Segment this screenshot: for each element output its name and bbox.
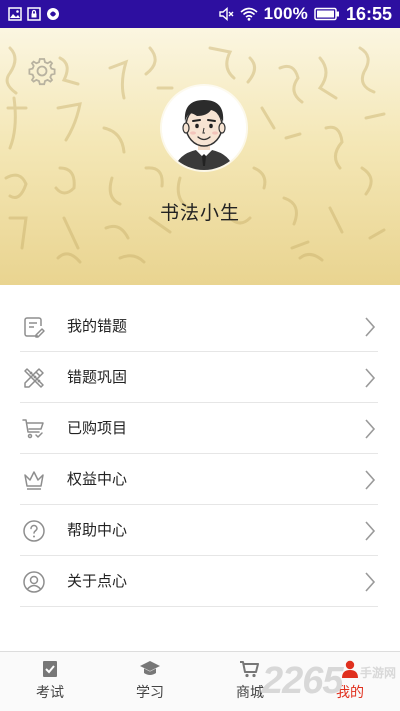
note-edit-icon [24,317,45,338]
menu-item-label: 已购项目 [67,419,128,437]
chevron-right-icon [365,368,376,388]
wifi-icon [240,7,258,21]
menu-item-help-center[interactable]: 帮助中心 [20,505,378,556]
cartoon-man-avatar-icon [162,86,246,170]
mute-icon [218,6,234,22]
avatar[interactable] [162,86,246,170]
shopping-cart-icon [240,661,259,678]
tab-study[interactable]: 学习 [100,652,200,711]
lock-notification-icon [27,7,41,21]
menu-item-mistake-review[interactable]: 错题巩固 [20,352,378,403]
menu-item-benefits-center[interactable]: 权益中心 [20,454,378,505]
tab-label: 考试 [36,685,64,701]
profile-header: 书法小生 [0,28,400,285]
status-left [8,7,60,21]
chevron-right-icon [365,419,376,439]
menu-item-label: 错题巩固 [67,368,128,386]
pencil-ruler-icon [24,368,44,388]
menu-item-my-mistakes[interactable]: 我的错题 [20,301,378,352]
menu-item-label: 关于点心 [67,572,128,590]
chevron-right-icon [365,317,376,337]
watermark-number: 2265 [262,660,344,702]
menu-item-purchased[interactable]: 已购项目 [20,403,378,454]
chevron-right-icon [365,521,376,541]
clock: 16:55 [345,3,392,24]
browser-notification-icon [46,7,60,21]
crown-icon [24,471,44,490]
user-circle-icon [23,571,45,593]
menu-item-about[interactable]: 关于点心 [20,556,378,607]
help-circle-icon [23,520,45,542]
menu-item-label: 我的错题 [67,317,128,335]
site-watermark: 2265 手游网 [262,656,400,711]
menu-list: 我的错题 错题巩固 已购项目 权益中心 帮助中心 关于点心 [0,301,400,607]
watermark-text: 手游网 [359,666,396,680]
graduation-cap-icon [140,661,160,675]
username: 书法小生 [159,202,240,224]
gear-icon [28,58,56,86]
exam-check-icon [43,661,57,677]
tab-exam[interactable]: 考试 [0,652,100,711]
chevron-right-icon [365,572,376,592]
chevron-right-icon [365,470,376,490]
tab-label: 学习 [136,685,164,701]
menu-item-label: 帮助中心 [67,521,128,539]
cart-check-icon [22,419,44,439]
menu-item-label: 权益中心 [67,470,128,488]
battery-percent: 100% [263,4,308,23]
battery-icon [314,7,340,21]
settings-button[interactable] [27,56,57,86]
status-bar: 100% 16:55 [0,0,400,28]
image-notification-icon [8,7,22,21]
status-right: 100% 16:55 [218,4,392,25]
